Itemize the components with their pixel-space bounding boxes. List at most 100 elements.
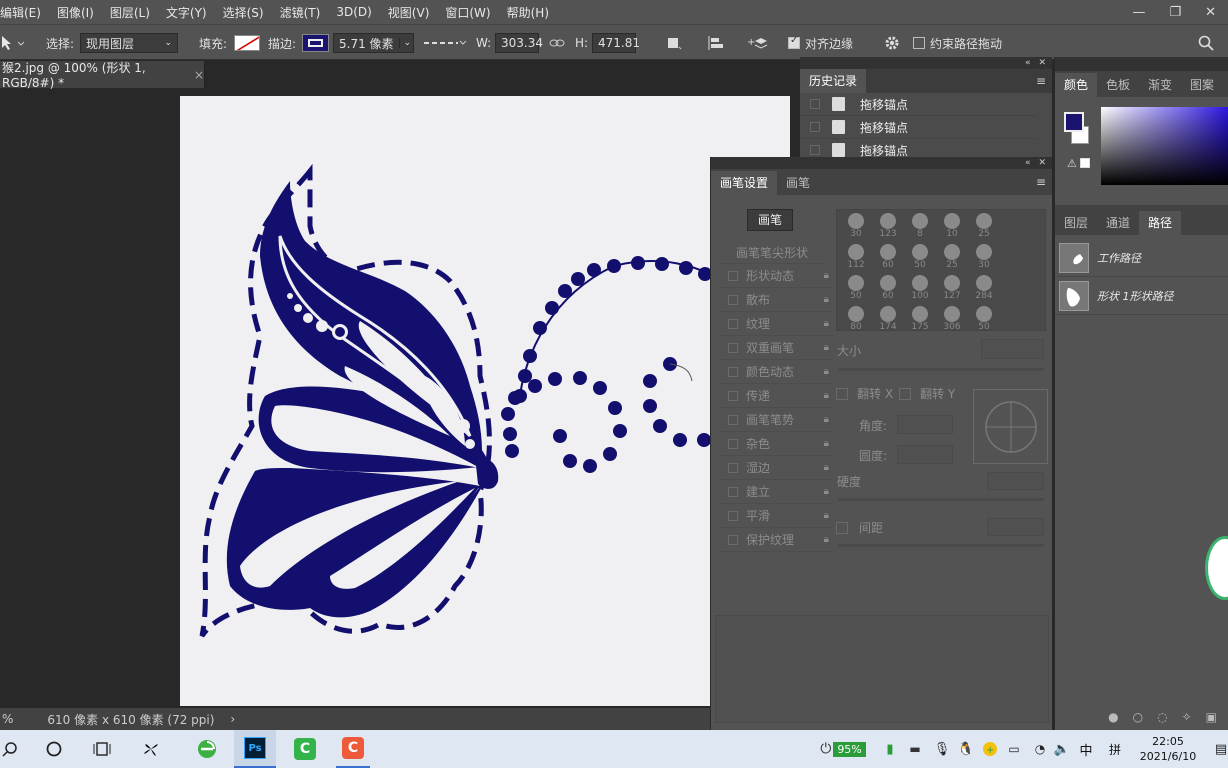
qq-icon[interactable]: 🐧 — [956, 730, 976, 768]
brush-presets-button[interactable]: 画笔 — [747, 209, 793, 231]
close-icon[interactable]: ✕ — [1038, 158, 1046, 168]
load-selection-icon[interactable]: ◌ — [1157, 710, 1167, 724]
w-field[interactable]: 303.34 — [495, 33, 543, 53]
stroke-width-field[interactable]: 5.71 像素 ⌄ — [333, 33, 414, 53]
foreground-color-swatch[interactable] — [1064, 112, 1084, 132]
device-icon[interactable]: ▭ — [1004, 730, 1024, 768]
brush-tip-shape[interactable]: 画笔笔尖形状 — [719, 242, 825, 264]
history-item[interactable]: 拖移锚点 — [800, 93, 1036, 116]
menu-edit[interactable]: 编辑(E) — [0, 4, 49, 21]
gear-icon[interactable] — [884, 25, 900, 61]
brush-preset[interactable]: 100 — [905, 274, 935, 304]
brush-option-row[interactable]: 形状动态 🔒︎ — [719, 264, 833, 288]
menu-layer[interactable]: 图层(L) — [102, 4, 158, 21]
menu-type[interactable]: 文字(Y) — [158, 4, 215, 21]
close-tab-icon[interactable]: × — [194, 68, 204, 82]
warning-icon[interactable]: ⚠ — [1067, 157, 1077, 170]
color-field[interactable] — [1101, 107, 1228, 185]
brush-preset[interactable]: 175 — [905, 305, 935, 330]
menu-filter[interactable]: 滤镜(T) — [272, 4, 329, 21]
menu-help[interactable]: 帮助(H) — [499, 4, 557, 21]
brush-option-row[interactable]: 颜色动态 🔒︎ — [719, 360, 833, 384]
stroke-path-icon[interactable]: ○ — [1133, 710, 1143, 724]
lock-icon[interactable]: 🔒︎ — [824, 486, 829, 497]
collapse-icon[interactable]: « — [1025, 58, 1031, 68]
h-field[interactable]: 471.81 — [592, 33, 640, 53]
minimize-icon[interactable]: — — [1132, 5, 1145, 20]
tab-brush[interactable]: 画笔 — [777, 171, 819, 195]
tab-channels[interactable]: 通道 — [1097, 211, 1139, 235]
brush-option-row[interactable]: 散布 🔒︎ — [719, 288, 833, 312]
link-icon[interactable] — [549, 25, 565, 61]
zoom-level[interactable]: % — [0, 712, 33, 726]
brush-preset[interactable]: 50 — [969, 305, 999, 330]
brush-preset[interactable]: 10 — [937, 212, 967, 242]
status-arrow-icon[interactable]: › — [230, 712, 235, 726]
lock-icon[interactable]: 🔒︎ — [824, 414, 829, 425]
collapse-icon[interactable]: « — [1025, 158, 1031, 168]
roundness-field[interactable] — [897, 445, 953, 464]
search-icon[interactable] — [1198, 25, 1214, 61]
lock-icon[interactable]: 🔒︎ — [824, 270, 829, 281]
add-mask-icon[interactable]: ▣ — [1206, 710, 1217, 724]
task-view-icon[interactable] — [88, 730, 116, 768]
tab-brush-settings[interactable]: 画笔设置 — [711, 171, 778, 195]
battery-icon[interactable]: ▮ — [880, 730, 900, 768]
lock-icon[interactable]: 🔒︎ — [824, 294, 829, 305]
lock-icon[interactable]: 🔒︎ — [824, 438, 829, 449]
flip-x-checkbox[interactable]: 翻转 X — [836, 385, 893, 402]
tab-layers[interactable]: 图层 — [1055, 211, 1097, 235]
camtasia-red-icon[interactable]: C — [336, 730, 370, 768]
brush-option-row[interactable]: 杂色 🔒︎ — [719, 432, 833, 456]
lock-icon[interactable]: 🔒︎ — [824, 390, 829, 401]
menu-select[interactable]: 选择(S) — [215, 4, 272, 21]
volume-icon[interactable]: 🔈 — [1052, 730, 1072, 768]
maximize-icon[interactable]: ❐ — [1169, 5, 1181, 20]
ime-indicator[interactable]: 中 — [1076, 730, 1096, 768]
brush-option-row[interactable]: 画笔笔势 🔒︎ — [719, 408, 833, 432]
brush-option-row[interactable]: 双重画笔 🔒︎ — [719, 336, 833, 360]
make-work-path-icon[interactable]: ✧ — [1182, 710, 1192, 724]
brush-preset[interactable]: 50 — [841, 274, 871, 304]
stroke-swatch[interactable] — [302, 34, 329, 52]
panel-menu-icon[interactable]: ≡ — [1036, 74, 1046, 88]
pinwheel-app-icon[interactable] — [136, 730, 166, 768]
lock-icon[interactable]: 🔒︎ — [824, 510, 829, 521]
brush-preset[interactable]: 25 — [937, 243, 967, 273]
close-icon[interactable]: ✕ — [1038, 58, 1046, 68]
brush-preset[interactable]: 306 — [937, 305, 967, 330]
tab-patterns[interactable]: 图案 — [1181, 73, 1223, 97]
tab-swatches[interactable]: 色板 — [1097, 73, 1139, 97]
hardness-field[interactable] — [987, 472, 1044, 490]
menu-image[interactable]: 图像(I) — [49, 4, 102, 21]
brush-preset[interactable]: 50 — [905, 243, 935, 273]
brush-tip-grid[interactable]: 30 123 8 10 25 112 60 50 25 30 50 60 100 127 284 80 174 1… — [836, 209, 1046, 331]
lock-icon[interactable]: 🔒︎ — [824, 462, 829, 473]
security-icon[interactable]: + — [980, 730, 1000, 768]
brush-preset[interactable]: 30 — [841, 212, 871, 242]
notification-icon[interactable]: ▤ — [1214, 730, 1228, 768]
tab-paths[interactable]: 路径 — [1139, 211, 1182, 235]
path-row-shape[interactable]: 形状 1形状路径 — [1055, 277, 1228, 315]
spacing-slider[interactable] — [838, 544, 1044, 547]
path-arrangement-icon[interactable]: + — [747, 25, 769, 61]
brush-option-row[interactable]: 传递 🔒︎ — [719, 384, 833, 408]
hardness-slider[interactable] — [838, 498, 1044, 501]
search-icon[interactable] — [0, 730, 20, 768]
size-field[interactable] — [981, 339, 1044, 359]
chevron-down-icon[interactable]: ⌄ — [399, 38, 411, 48]
tab-color[interactable]: 颜色 — [1055, 73, 1098, 97]
brush-option-row[interactable]: 平滑 🔒︎ — [719, 504, 833, 528]
camtasia-green-icon[interactable]: C — [288, 730, 322, 768]
spacing-checkbox[interactable]: 间距 — [836, 519, 883, 536]
brush-preset[interactable]: 25 — [969, 212, 999, 242]
path-select-tool-icon[interactable] — [0, 25, 26, 61]
brush-preset[interactable]: 112 — [841, 243, 871, 273]
flip-y-checkbox[interactable]: 翻转 Y — [899, 385, 955, 402]
history-item[interactable]: 拖移锚点 — [800, 116, 1036, 139]
lock-icon[interactable]: 🔒︎ — [824, 342, 829, 353]
usb-icon[interactable]: ▬ — [906, 730, 924, 768]
close-icon[interactable]: ✕ — [1205, 5, 1216, 20]
battery-widget[interactable]: ⏻ 95% — [814, 730, 872, 768]
size-slider[interactable] — [838, 368, 1044, 371]
